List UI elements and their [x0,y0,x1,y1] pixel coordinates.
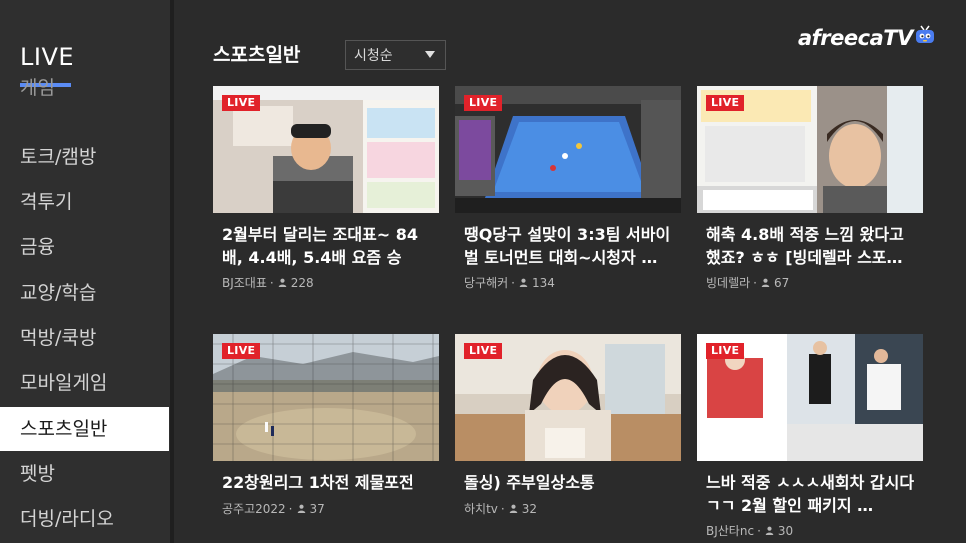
viewer-count: 67 [774,275,790,290]
stream-card[interactable]: LIVE 해축 4.8배 적중 느낌 왔다고 했죠? ㅎㅎ [빙데렐라 스포… … [697,86,923,290]
viewer-count: 134 [532,275,555,290]
stream-card[interactable]: LIVE 2월부터 달리는 조대표~ 84배, 4.4배, 5.4배 요즘 승률… [213,86,439,290]
stream-title: 해축 4.8배 적중 느낌 왔다고 했죠? ㅎㅎ [빙데렐라 스포… [706,225,904,267]
stream-card[interactable]: LIVE 22창원리그 1차전 제물포전 공주고2022 · 37 [213,334,439,516]
streamer-name: 빙데렐라 [706,276,751,290]
live-badge: LIVE [222,343,261,359]
stream-thumbnail[interactable]: LIVE [213,334,439,461]
meta-separator: · [288,501,293,516]
viewer-person-icon [761,278,770,287]
stream-thumbnail[interactable]: LIVE [697,334,923,461]
stream-thumbnail[interactable]: LIVE [213,86,439,213]
afreecatv-logo: afreecaTV [798,23,935,53]
live-badge: LIVE [706,95,745,111]
sidebar-item-education[interactable]: 교양/학습 [0,271,169,315]
viewer-person-icon [765,526,774,535]
streamer-name: 하치tv [464,502,498,516]
sort-dropdown[interactable]: 시청순 [345,40,446,70]
viewer-count: 32 [521,501,537,516]
meta-separator: · [511,275,515,290]
stream-title: 땡Q당구 설맞이 3:3팀 서바이벌 토너먼트 대회~시청자 … [464,225,671,267]
viewer-count: 37 [309,501,325,516]
section-title: 스포츠일반 [213,44,301,66]
sidebar-item-talk-cam[interactable]: 토크/캠방 [0,135,169,179]
sidebar-item-mukbang[interactable]: 먹방/쿡방 [0,316,169,360]
stream-meta: 공주고2022 · 37 [222,500,325,517]
sidebar-item-pets[interactable]: 펫방 [0,452,169,496]
meta-separator: · [500,501,505,516]
stream-title: 돌싱) 주부일상소통 [464,473,595,492]
streamer-name: BJ조대표 [222,276,267,290]
sidebar-item-mobile-game[interactable]: 모바일게임 [0,361,169,405]
live-badge: LIVE [464,343,503,359]
stream-card[interactable]: LIVE 땡Q당구 설맞이 3:3팀 서바이벌 토너먼트 대회~시청자 … 당구… [455,86,681,290]
stream-meta: BJ조대표 · 228 [222,274,314,291]
meta-separator: · [757,523,761,538]
viewer-person-icon [297,504,305,513]
meta-separator: · [269,275,274,290]
viewer-count: 30 [777,523,794,538]
streamer-name: 당구해커 [464,276,509,290]
stream-meta: BJ산타nc · 30 [706,522,793,539]
stream-thumbnail[interactable]: LIVE [697,86,923,213]
stream-title: 느바 적중 ㅅㅅㅅ새회차 갑시다 ㄱㄱ 2월 할인 패키지 … [706,473,915,515]
sidebar-divider [170,0,174,543]
stream-card[interactable]: LIVE 돌싱) 주부일상소통 하치tv · 32 [455,334,681,516]
sort-dropdown-value: 시청순 [354,48,393,64]
live-badge: LIVE [706,343,745,359]
viewer-person-icon [278,278,287,287]
streamer-name: 공주고2022 [222,502,286,516]
live-badge: LIVE [464,95,503,111]
dropdown-arrow-icon [425,51,435,58]
stream-meta: 하치tv · 32 [464,500,537,517]
stream-meta: 빙데렐라 · 67 [706,274,789,291]
sidebar: LIVE 게임 토크/캠방 격투기 금융 교양/학습 먹방/쿡방 모바일게임 스… [0,0,170,543]
stream-thumbnail[interactable]: LIVE [455,334,681,461]
app-root: LIVE 게임 토크/캠방 격투기 금융 교양/학습 먹방/쿡방 모바일게임 스… [0,0,966,543]
sidebar-item-martial-arts[interactable]: 격투기 [0,180,169,224]
sidebar-item-sports[interactable]: 스포츠일반 [0,407,169,451]
stream-meta: 당구해커 · 134 [464,274,555,291]
viewer-person-icon [519,278,528,287]
sidebar-item-game[interactable]: 게임 [0,66,169,110]
stream-card[interactable]: LIVE 느바 적중 ㅅㅅㅅ새회차 갑시다 ㄱㄱ 2월 할인 패키지 … BJ산… [697,334,923,538]
sidebar-item-finance[interactable]: 금융 [0,225,169,269]
stream-title: 22창원리그 1차전 제물포전 [222,473,414,492]
viewer-person-icon [509,504,517,513]
meta-separator: · [753,275,757,290]
stream-thumbnail[interactable]: LIVE [455,86,681,213]
live-badge: LIVE [222,95,261,111]
viewer-count: 228 [290,275,314,290]
tv-mascot-icon [915,25,934,43]
stream-title: 2월부터 달리는 조대표~ 84배, 4.4배, 5.4배 요즘 승률… [222,225,418,267]
sidebar-item-dubbing-radio[interactable]: 더빙/라디오 [0,497,169,541]
logo-text: afreecaTV [798,26,913,50]
streamer-name: BJ산타nc [706,524,755,538]
